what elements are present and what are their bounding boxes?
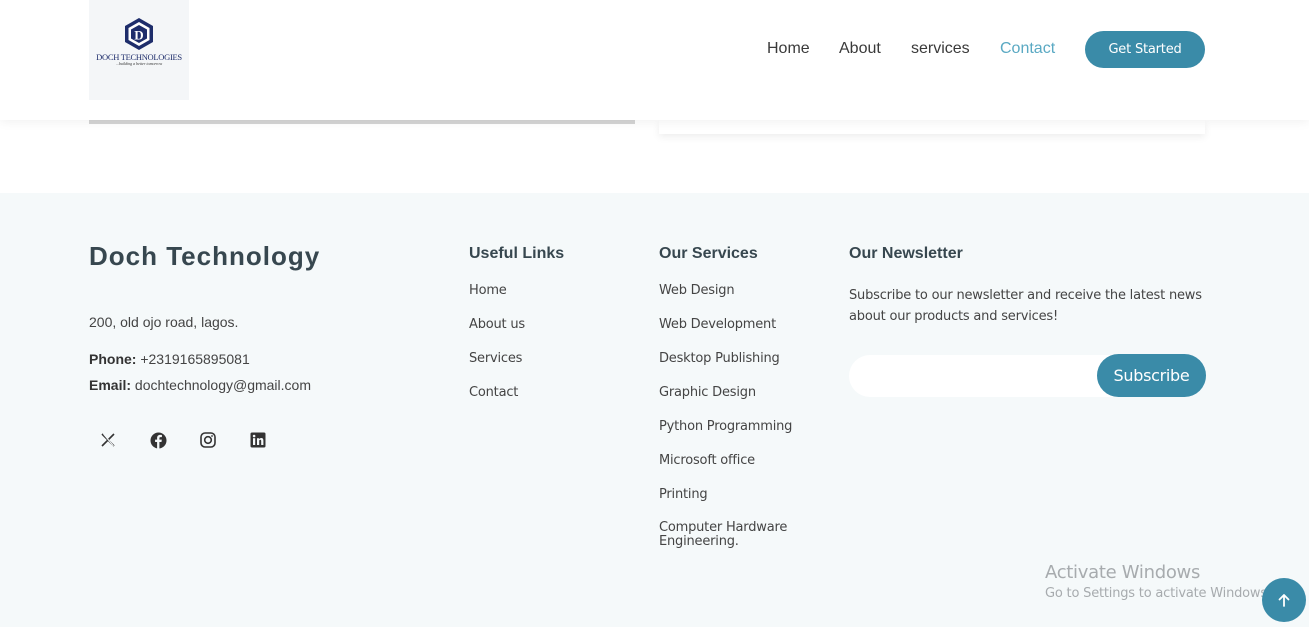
site-footer: Doch Technology 200, old ojo road, lagos… (0, 193, 1309, 627)
useful-links-title: Useful Links (469, 245, 565, 262)
footer-link-about[interactable]: About us (469, 317, 525, 332)
service-link-python-programming[interactable]: Python Programming (659, 419, 792, 434)
email-value: dochtechnology@gmail.com (134, 377, 311, 393)
map-bottom-edge (89, 120, 635, 124)
instagram-icon[interactable] (189, 421, 227, 459)
nav-contact[interactable]: Contact (1000, 40, 1055, 58)
arrow-up-icon (1278, 594, 1290, 607)
newsletter-text: Subscribe to our newsletter and receive … (849, 288, 1202, 324)
site-header: D DOCH TECHNOLOGIES ...building a better… (0, 0, 1309, 120)
footer-link-home[interactable]: Home (469, 283, 507, 298)
footer-address: 200, old ojo road, lagos. (89, 314, 239, 330)
phone-label: Phone: (89, 351, 137, 367)
service-link-graphic-design[interactable]: Graphic Design (659, 385, 756, 400)
linkedin-icon[interactable] (239, 421, 277, 459)
x-icon[interactable] (89, 421, 127, 459)
service-link-hardware-engineering[interactable]: Computer Hardware Engineering. (659, 521, 809, 549)
footer-brand-title: Doch Technology (89, 241, 321, 271)
nav-services[interactable]: services (911, 40, 970, 58)
footer-phone: Phone: +2319165895081 (89, 351, 250, 367)
nav-home[interactable]: Home (767, 40, 810, 58)
facebook-icon[interactable] (139, 421, 177, 459)
back-to-top-button[interactable] (1262, 578, 1306, 622)
newsletter-title: Our Newsletter (849, 245, 963, 262)
activate-windows-title: Activate Windows (1045, 562, 1201, 583)
email-label: Email: (89, 377, 132, 393)
service-link-printing[interactable]: Printing (659, 487, 708, 502)
footer-email: Email: dochtechnology@gmail.com (89, 377, 311, 393)
service-link-desktop-publishing[interactable]: Desktop Publishing (659, 351, 780, 366)
phone-value: +2319165895081 (140, 351, 250, 367)
footer-link-contact[interactable]: Contact (469, 385, 518, 400)
contact-form-bottom-edge (659, 120, 1205, 134)
subscribe-button[interactable]: Subscribe (1097, 354, 1206, 397)
footer-link-services[interactable]: Services (469, 351, 522, 366)
main-nav: Home About services Contact Get Started (0, 0, 1309, 100)
activate-windows-subtitle: Go to Settings to activate Windows. (1045, 586, 1271, 601)
service-link-web-development[interactable]: Web Development (659, 317, 776, 332)
service-link-web-design[interactable]: Web Design (659, 283, 735, 298)
nav-about[interactable]: About (839, 40, 881, 58)
service-link-microsoft-office[interactable]: Microsoft office (659, 453, 755, 468)
our-services-title: Our Services (659, 245, 758, 262)
get-started-button[interactable]: Get Started (1085, 31, 1205, 68)
